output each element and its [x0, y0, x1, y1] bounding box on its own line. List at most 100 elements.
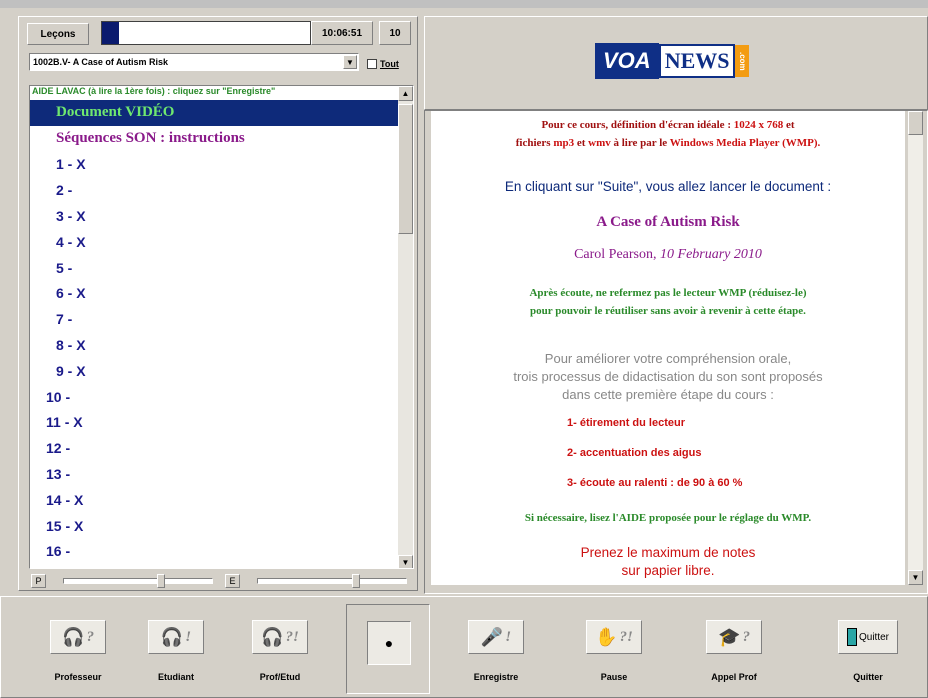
- pause-label: Pause: [600, 672, 628, 682]
- list-item-sequence[interactable]: 12 -: [30, 435, 400, 461]
- text-part: 1024 x 768: [733, 119, 784, 131]
- list-scrollbar[interactable]: ▲ ▼: [398, 86, 413, 568]
- pause-button[interactable]: ✋?! Pause: [566, 606, 662, 694]
- headphones-question-exclamation-icon: 🎧?!: [252, 620, 308, 654]
- wmp-note-1: Après écoute, ne refermez pas le lecteur…: [529, 287, 807, 299]
- voa-news-logo: VOA NEWS .com: [595, 43, 761, 79]
- text-part: wmv: [588, 137, 611, 149]
- top-strip: [0, 0, 928, 8]
- logo-news: NEWS: [658, 44, 736, 78]
- text-part: Pour ce cours, définition d'écran idéale…: [541, 119, 734, 131]
- list-item-son-instructions[interactable]: Séquences SON : instructions: [30, 126, 400, 152]
- list-item-sequence[interactable]: 10 -: [30, 384, 400, 410]
- list-item-sequence[interactable]: 6 - X: [30, 281, 400, 307]
- p-slider-label: P: [31, 574, 46, 588]
- p-slider-knob[interactable]: [156, 574, 165, 588]
- scroll-down-icon[interactable]: ▼: [908, 570, 923, 585]
- clock-display: 10:06:51: [311, 21, 373, 45]
- list-header: AIDE LAVAC (à lire la 1ère fois) : cliqu…: [32, 86, 276, 96]
- step-1: 1- étirement du lecteur: [567, 417, 685, 429]
- professeur-label: Professeur: [54, 672, 102, 682]
- appel-prof-button[interactable]: 🎓? Appel Prof: [682, 606, 786, 694]
- door-icon: [846, 628, 857, 646]
- list-item-sequence[interactable]: 9 - X: [30, 358, 400, 384]
- quitter-icon-text: Quitter: [858, 631, 889, 643]
- list-item-sequence[interactable]: 13 -: [30, 461, 400, 487]
- list-item-sequence[interactable]: 11 - X: [30, 410, 400, 436]
- tout-checkbox[interactable]: [367, 59, 377, 69]
- e-slider-track[interactable]: [257, 578, 407, 584]
- counter-display: 10: [379, 21, 411, 45]
- quitter-label: Quitter: [853, 672, 883, 682]
- list-item-sequence[interactable]: 7 -: [30, 306, 400, 332]
- notes-line-1: Prenez le maximum de notes: [580, 545, 756, 560]
- chevron-down-icon[interactable]: ▼: [343, 55, 357, 69]
- list-item-sequence[interactable]: 14 - X: [30, 487, 400, 513]
- screen-def-line: Pour ce cours, définition d'écran idéale…: [431, 119, 905, 131]
- improve-line-3: dans cette première étape du cours :: [562, 387, 774, 402]
- step-3: 3- écoute au ralenti : de 90 à 60 %: [567, 477, 743, 489]
- step-2: 2- accentuation des aigus: [567, 447, 702, 459]
- content-scrollbar[interactable]: ▼: [908, 111, 923, 585]
- author: Carol Pearson,: [574, 247, 661, 262]
- list-item-sequence[interactable]: 5 -: [30, 255, 400, 281]
- text-part: Windows Media Player (WMP).: [669, 137, 821, 149]
- list-item-sequence[interactable]: 3 - X: [30, 203, 400, 229]
- microphone-icon: 🎤!: [468, 620, 524, 654]
- professeur-button[interactable]: 🎧? Professeur: [30, 606, 126, 694]
- list-item-sequence[interactable]: 4 - X: [30, 229, 400, 255]
- quitter-button[interactable]: Quitter Quitter: [818, 606, 918, 694]
- content-panel: Pour ce cours, définition d'écran idéale…: [424, 110, 928, 594]
- lesson-select[interactable]: 1002B.V- A Case of Autism Risk ▼: [29, 53, 359, 71]
- headphones-exclamation-icon: 🎧!: [148, 620, 204, 654]
- headphones-question-icon: 🎧?: [50, 620, 106, 654]
- instructions-text: Pour ce cours, définition d'écran idéale…: [431, 111, 905, 585]
- list-item-sequence[interactable]: 15 - X: [30, 513, 400, 539]
- list-item-sequence[interactable]: 16 -: [30, 539, 400, 565]
- document-title: A Case of Autism Risk: [596, 214, 740, 230]
- improve-line-2: trois processus de didactisation du son …: [513, 369, 823, 384]
- logo-panel: VOA NEWS .com: [424, 16, 928, 110]
- record-dot-icon[interactable]: ●: [367, 621, 411, 665]
- wmp-note-2: pour pouvoir le réutiliser sans avoir à …: [530, 305, 806, 317]
- list-item-sequence[interactable]: 1 - X: [30, 152, 400, 178]
- text-part: et: [574, 137, 589, 149]
- scroll-thumb[interactable]: [398, 104, 413, 234]
- text-part: à lire par le: [610, 137, 670, 149]
- etudiant-label: Etudiant: [158, 672, 194, 682]
- e-slider-label: E: [225, 574, 240, 588]
- scroll-down-icon[interactable]: ▼: [398, 555, 413, 568]
- list-item-sequence[interactable]: 8 - X: [30, 332, 400, 358]
- tout-label: Tout: [380, 59, 399, 69]
- author-line: Carol Pearson, 10 February 2010: [431, 247, 905, 263]
- sequence-list[interactable]: AIDE LAVAC (à lire la 1ère fois) : cliqu…: [29, 85, 414, 569]
- lesson-progress-bar: [101, 21, 311, 45]
- list-items: Document VIDÉO Séquences SON : instructio…: [30, 100, 400, 564]
- aide-line: Si nécessaire, lisez l'AIDE proposée pou…: [524, 512, 812, 524]
- hand-icon: ✋?!: [586, 620, 642, 654]
- text-part: fichiers: [515, 137, 554, 149]
- progress-fill: [102, 22, 119, 44]
- graduation-cap-icon: 🎓?: [706, 620, 762, 654]
- list-item-document-video[interactable]: Document VIDÉO: [30, 100, 400, 126]
- p-slider-track[interactable]: [63, 578, 213, 584]
- lecons-label: Leçons: [27, 23, 89, 45]
- text-part: mp3: [553, 137, 575, 149]
- appel-prof-label: Appel Prof: [711, 672, 757, 682]
- text-part: et: [783, 119, 795, 131]
- enregistre-label: Enregistre: [473, 672, 519, 682]
- record-indicator-panel: ●: [346, 604, 430, 694]
- etudiant-button[interactable]: 🎧! Etudiant: [128, 606, 224, 694]
- prof-etud-button[interactable]: 🎧?! Prof/Etud: [232, 606, 328, 694]
- files-line: fichiers mp3 et wmv à lire par le Window…: [431, 137, 905, 149]
- lesson-select-value: 1002B.V- A Case of Autism Risk: [33, 57, 169, 67]
- prof-etud-label: Prof/Etud: [259, 672, 301, 682]
- enregistre-button[interactable]: 🎤! Enregistre: [448, 606, 544, 694]
- content-scroll-thumb[interactable]: [908, 111, 923, 135]
- list-item-sequence[interactable]: 2 -: [30, 177, 400, 203]
- notes-line-2: sur papier libre.: [621, 563, 715, 578]
- date: 10 February 2010: [660, 247, 762, 262]
- logo-com: .com: [735, 45, 750, 77]
- scroll-up-icon[interactable]: ▲: [398, 86, 413, 101]
- e-slider-knob[interactable]: [352, 574, 360, 588]
